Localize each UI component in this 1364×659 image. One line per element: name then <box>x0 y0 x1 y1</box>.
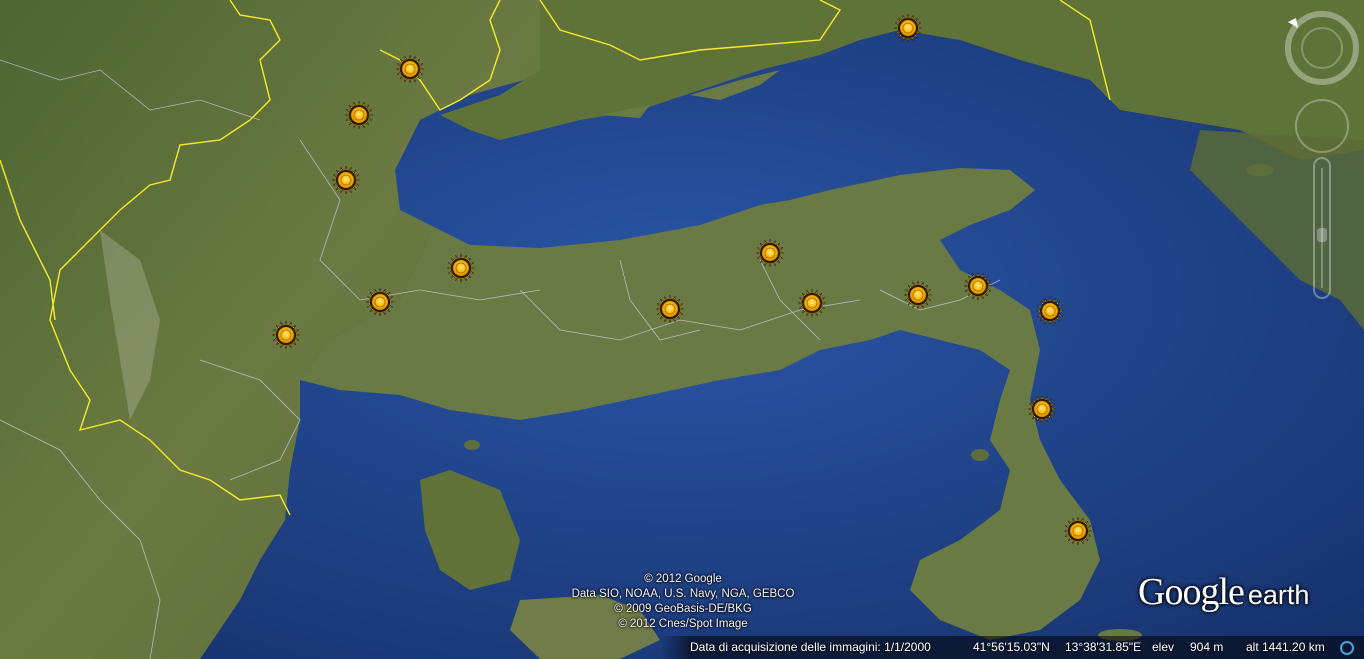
sun-marker-5[interactable] <box>446 253 476 283</box>
sun-marker-8[interactable] <box>655 294 685 324</box>
latitude: 41°56'15.03"N <box>973 640 1050 654</box>
sun-marker-14[interactable] <box>1027 394 1057 424</box>
attribution-line: Data SIO, NOAA, U.S. Navy, NGA, GEBCO <box>571 588 795 600</box>
sun-marker-4[interactable] <box>331 165 361 195</box>
sun-marker-2[interactable] <box>395 54 425 84</box>
move-joystick-icon[interactable] <box>1295 99 1349 153</box>
elevation-label: elev <box>1152 640 1175 654</box>
navigation-controls[interactable] <box>1280 8 1364 308</box>
sun-marker-12[interactable] <box>963 271 993 301</box>
map-attribution: © 2012 Google Data SIO, NOAA, U.S. Navy,… <box>560 572 806 632</box>
sun-marker-13[interactable] <box>1035 296 1065 326</box>
longitude: 13°38'31.85"E <box>1065 640 1142 654</box>
north-up-icon[interactable] <box>1285 11 1359 85</box>
sun-marker-15[interactable] <box>1063 516 1093 546</box>
sun-marker-11[interactable] <box>903 280 933 310</box>
elevation-value: 904 m <box>1190 640 1224 654</box>
imagery-date: Data di acquisizione delle immagini: 1/1… <box>690 640 931 654</box>
sun-marker-3[interactable] <box>344 100 374 130</box>
attribution-line: © 2012 Cnes/Spot Image <box>618 618 748 630</box>
sun-marker-10[interactable] <box>797 288 827 318</box>
logo-earth: earth <box>1247 580 1310 610</box>
sun-marker-7[interactable] <box>271 320 301 350</box>
logo-google: Google <box>1138 571 1245 613</box>
zoom-slider-icon[interactable] <box>1313 157 1331 299</box>
sun-marker-6[interactable] <box>365 287 395 317</box>
streaming-status-icon <box>1340 641 1354 655</box>
sun-marker-9[interactable] <box>755 238 785 268</box>
attribution-line: © 2009 GeoBasis-DE/BKG <box>614 603 752 615</box>
status-bar: Data di acquisizione delle immagini: 1/1… <box>0 636 1364 659</box>
attribution-line: © 2012 Google <box>644 573 722 585</box>
sun-marker-1[interactable] <box>893 13 923 43</box>
eye-altitude: alt 1441.20 km <box>1246 640 1325 654</box>
google-earth-logo: Google earth <box>1138 570 1309 614</box>
satellite-map[interactable] <box>0 0 1364 659</box>
